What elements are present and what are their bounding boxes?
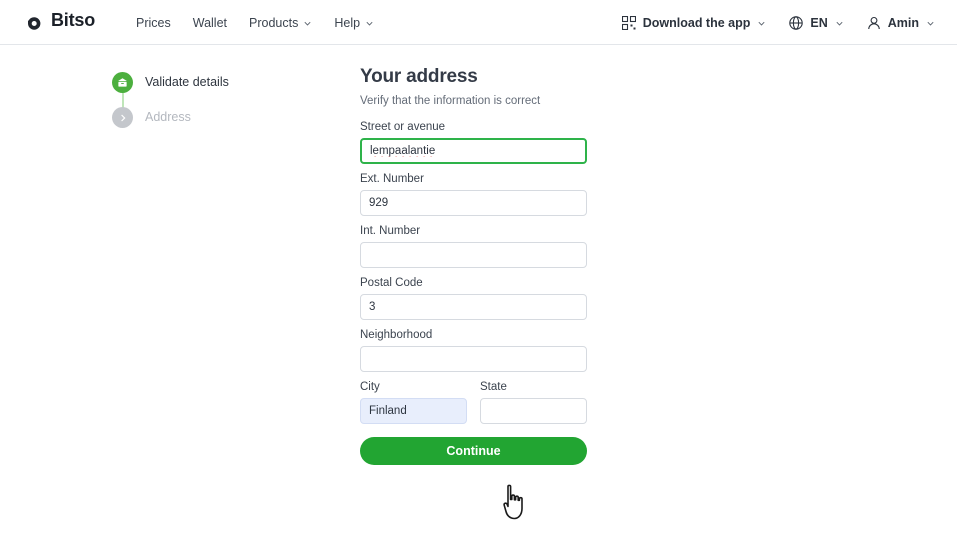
nav-label-wallet: Wallet xyxy=(192,15,227,30)
label-city: City xyxy=(360,381,380,393)
pointer-hand-cursor xyxy=(503,484,523,520)
nav-item-wallet[interactable]: Wallet xyxy=(193,16,227,30)
continue-button[interactable]: Continue xyxy=(360,437,587,465)
bitso-logo-icon xyxy=(28,9,41,30)
label-neighborhood: Neighborhood xyxy=(360,329,433,341)
step-validate-details[interactable]: Validate details xyxy=(112,72,312,108)
label-int-number: Int. Number xyxy=(360,225,421,237)
user-icon xyxy=(868,16,880,29)
step-bullet-done xyxy=(112,72,133,93)
step-address[interactable]: Address xyxy=(112,107,312,128)
field-street-or-avenue: Street or avenue xyxy=(360,121,587,164)
bitso-logo[interactable]: Bitso xyxy=(25,9,95,30)
qr-code-icon xyxy=(621,15,636,30)
field-postal-code: Postal Code xyxy=(360,277,587,320)
state-input[interactable] xyxy=(480,398,587,424)
label-street-or-avenue: Street or avenue xyxy=(360,121,446,133)
street-or-avenue-input[interactable] xyxy=(360,138,587,164)
postal-code-input[interactable] xyxy=(360,294,587,320)
site-header: Bitso Prices Wallet Products Help Downlo… xyxy=(0,0,957,45)
chevron-down-icon xyxy=(927,21,934,26)
globe-icon xyxy=(789,15,804,30)
step-connector-line xyxy=(122,93,124,108)
chevron-right-icon xyxy=(120,114,125,121)
page-root: Bitso Prices Wallet Products Help Downlo… xyxy=(0,0,957,560)
chevron-down-icon xyxy=(366,21,373,26)
field-city: City xyxy=(360,381,467,424)
nav-label-products: Products xyxy=(249,15,299,30)
nav-item-help[interactable]: Help xyxy=(334,16,374,30)
label-postal-code: Postal Code xyxy=(360,277,423,289)
field-int-number: Int. Number xyxy=(360,225,587,268)
label-state: State xyxy=(480,381,507,393)
step-bullet-todo xyxy=(112,107,133,128)
account-label: Amin xyxy=(887,15,919,30)
nav-item-products[interactable]: Products xyxy=(249,16,312,30)
page-title: Your address xyxy=(360,66,478,87)
step-label-address: Address xyxy=(145,110,191,124)
int-number-input[interactable] xyxy=(360,242,587,268)
label-ext-number: Ext. Number xyxy=(360,173,424,185)
field-state: State xyxy=(480,381,587,424)
field-neighborhood: Neighborhood xyxy=(360,329,587,372)
bank-icon xyxy=(118,78,127,87)
nav-label-prices: Prices xyxy=(136,15,171,30)
city-state-row: City State xyxy=(360,381,587,424)
neighborhood-input[interactable] xyxy=(360,346,587,372)
download-app-menu[interactable]: Download the app xyxy=(621,15,767,30)
field-ext-number: Ext. Number xyxy=(360,173,587,216)
download-app-label: Download the app xyxy=(642,15,751,30)
primary-nav: Prices Wallet Products Help xyxy=(136,0,374,45)
bitso-logo-text: Bitso xyxy=(51,9,96,30)
language-selector[interactable]: EN xyxy=(789,16,843,30)
page-subtitle: Verify that the information is correct xyxy=(360,95,541,107)
nav-label-help: Help xyxy=(334,15,361,30)
city-input[interactable] xyxy=(360,398,467,424)
account-menu[interactable]: Amin xyxy=(867,16,935,30)
language-label: EN xyxy=(810,15,828,30)
chevron-down-icon xyxy=(304,21,311,26)
nav-item-prices[interactable]: Prices xyxy=(136,16,171,30)
progress-stepper: Validate details Address xyxy=(112,72,312,128)
chevron-down-icon xyxy=(836,21,843,26)
step-label-validate-details: Validate details xyxy=(145,75,229,89)
ext-number-input[interactable] xyxy=(360,190,587,216)
chevron-down-icon xyxy=(758,21,765,26)
secondary-nav: Download the app EN Amin xyxy=(621,0,935,45)
address-form: Your address Verify that the information… xyxy=(360,66,587,465)
